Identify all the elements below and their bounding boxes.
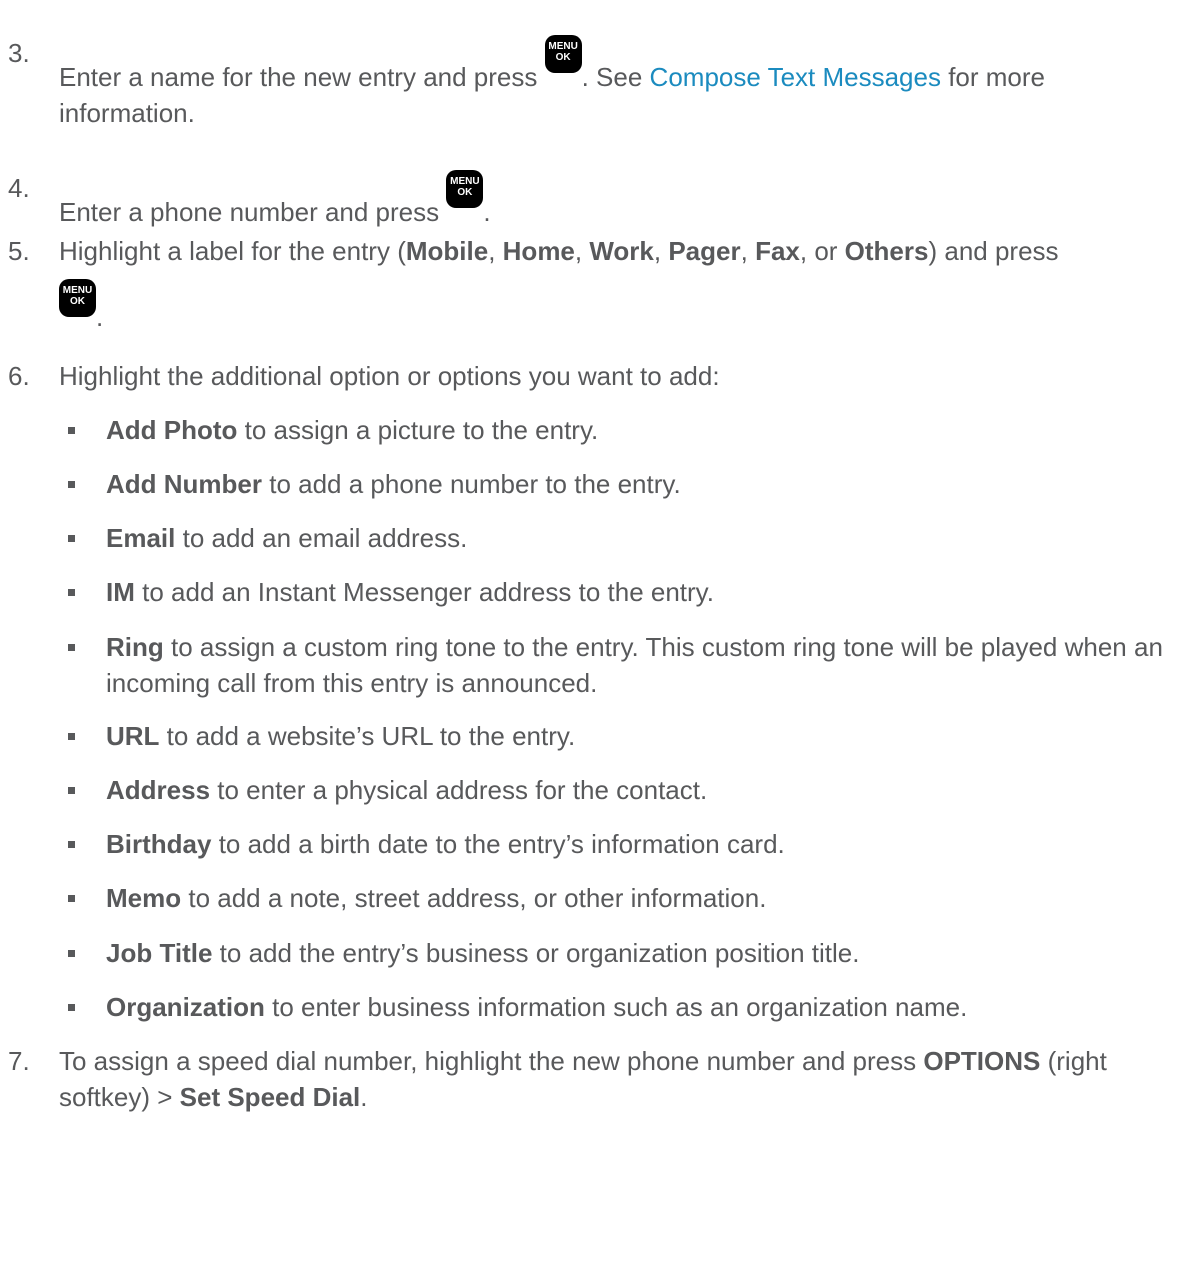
bullet-icon: [68, 895, 75, 902]
bullet-icon: [68, 644, 75, 651]
document-page: 3. Enter a name for the new entry and pr…: [0, 0, 1199, 1263]
step-3: 3. Enter a name for the new entry and pr…: [8, 35, 1188, 131]
list-item: Memo to add a note, street address, or o…: [68, 880, 1191, 916]
list-item: Ring to assign a custom ring tone to the…: [68, 629, 1191, 701]
step-text: Enter a phone number and press MENU OK.: [59, 170, 1188, 230]
step-number: 7.: [8, 1046, 30, 1076]
step-4: 4. Enter a phone number and press MENU OK…: [8, 170, 1188, 230]
menu-ok-key-icon: MENU OK: [446, 170, 484, 208]
bullet-icon: [68, 950, 75, 957]
bullet-icon: [68, 535, 75, 542]
list-item: Organization to enter business informati…: [68, 989, 1191, 1025]
step-text: Highlight a label for the entry (Mobile,…: [59, 236, 1059, 266]
list-item: Email to add an email address.: [68, 520, 1191, 556]
compose-text-messages-link[interactable]: Compose Text Messages: [650, 62, 941, 92]
step-text: Enter a name for the new entry and press…: [59, 35, 1188, 131]
step-text: To assign a speed dial number, highlight…: [59, 1046, 1107, 1112]
list-item: Job Title to add the entry’s business or…: [68, 935, 1191, 971]
step-text: Highlight the additional option or optio…: [59, 361, 720, 391]
list-item: IM to add an Instant Messenger address t…: [68, 574, 1191, 610]
step-number: 4.: [8, 173, 30, 203]
step-number: 5.: [8, 236, 30, 266]
bullet-icon: [68, 481, 75, 488]
step-5: 5. Highlight a label for the entry (Mobi…: [8, 233, 1188, 332]
step-7: 7. To assign a speed dial number, highli…: [8, 1043, 1188, 1115]
step-6: 6. Highlight the additional option or op…: [8, 358, 1188, 394]
bullet-icon: [68, 733, 75, 740]
step-number: 6.: [8, 361, 30, 391]
menu-ok-key-icon: MENU OK: [59, 279, 96, 317]
bullet-icon: [68, 787, 75, 794]
bullet-icon: [68, 589, 75, 596]
list-item: Birthday to add a birth date to the entr…: [68, 826, 1191, 862]
list-item: URL to add a website’s URL to the entry.: [68, 718, 1191, 754]
list-item: Add Number to add a phone number to the …: [68, 466, 1191, 502]
bullet-icon: [68, 841, 75, 848]
menu-ok-key-icon: MENU OK: [544, 35, 582, 73]
list-item: Add Photo to assign a picture to the ent…: [68, 412, 1191, 448]
step-number: 3.: [8, 38, 30, 68]
bullet-icon: [68, 427, 75, 434]
bullet-icon: [68, 1004, 75, 1011]
list-item: Address to enter a physical address for …: [68, 772, 1191, 808]
